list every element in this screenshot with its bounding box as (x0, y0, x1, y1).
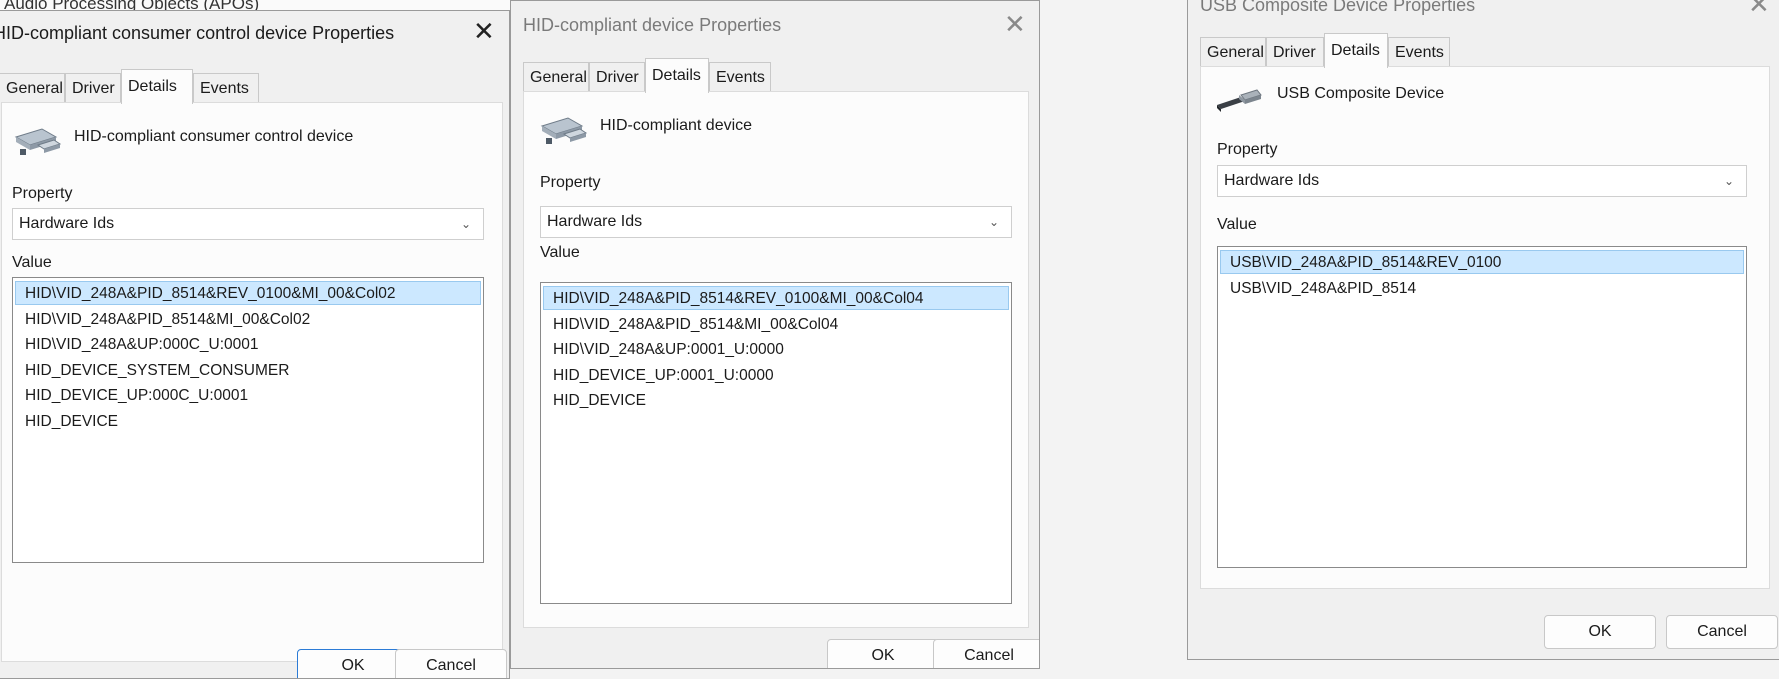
list-item[interactable]: HID_DEVICE (15, 409, 481, 433)
list-item[interactable]: USB\VID_248A&PID_8514&REV_0100 (1220, 250, 1744, 274)
tab-driver[interactable]: Driver (65, 73, 121, 103)
property-value: Hardware Ids (547, 213, 643, 230)
list-item[interactable]: HID\VID_248A&PID_8514&MI_00&Col02 (15, 307, 481, 331)
tab-driver[interactable]: Driver (589, 62, 645, 92)
value-label: Value (1217, 216, 1257, 233)
hid-device-icon (14, 128, 62, 155)
value-list[interactable]: USB\VID_248A&PID_8514&REV_0100 USB\VID_2… (1217, 246, 1747, 568)
tab-details[interactable]: Details (121, 69, 193, 104)
chevron-down-icon: ⌄ (1723, 174, 1734, 188)
title-bar[interactable]: USB Composite Device Properties ✕ (1188, 0, 1779, 31)
tab-strip: General Driver Details Events (523, 58, 823, 93)
list-item[interactable]: HID_DEVICE_SYSTEM_CONSUMER (15, 358, 481, 382)
close-icon[interactable]: ✕ (473, 19, 495, 45)
title-bar[interactable]: HID-compliant consumer control device Pr… (0, 11, 509, 57)
tab-general[interactable]: General (523, 62, 589, 92)
usb-plug-icon (1217, 89, 1262, 112)
ok-button[interactable]: OK (1544, 615, 1656, 649)
value-label: Value (12, 254, 52, 271)
tab-strip: General Driver Details Events (0, 69, 299, 104)
value-label: Value (540, 244, 580, 261)
property-label: Property (540, 174, 601, 191)
close-icon[interactable]: ✕ (1004, 12, 1026, 38)
tab-driver[interactable]: Driver (1266, 37, 1324, 67)
list-item[interactable]: HID\VID_248A&UP:000C_U:0001 (15, 332, 481, 356)
list-item[interactable]: HID_DEVICE_UP:000C_U:0001 (15, 383, 481, 407)
list-item[interactable]: HID\VID_248A&PID_8514&REV_0100&MI_00&Col… (543, 286, 1009, 310)
cancel-button[interactable]: Cancel (395, 649, 507, 678)
tab-events[interactable]: Events (193, 73, 259, 103)
value-list[interactable]: HID\VID_248A&PID_8514&REV_0100&MI_00&Col… (540, 282, 1012, 604)
property-label: Property (1217, 141, 1278, 158)
cancel-button[interactable]: Cancel (1666, 615, 1778, 649)
device-name: USB Composite Device (1277, 85, 1445, 102)
ok-button[interactable]: OK (297, 649, 409, 678)
property-dropdown[interactable]: Hardware Ids ⌄ (12, 208, 484, 240)
list-item[interactable]: HID\VID_248A&PID_8514&REV_0100&MI_00&Col… (15, 281, 481, 305)
dialog-hid-consumer-control: HID-compliant consumer control device Pr… (0, 10, 510, 679)
dialog-usb-composite: USB Composite Device Properties ✕ Genera… (1187, 0, 1779, 660)
property-label: Property (12, 185, 73, 202)
list-item[interactable]: USB\VID_248A&PID_8514 (1220, 276, 1744, 300)
dialog-title: USB Composite Device Properties (1200, 0, 1476, 15)
details-panel: HID-compliant device Property Hardware I… (523, 91, 1029, 628)
property-value: Hardware Ids (19, 215, 115, 232)
list-item[interactable]: HID_DEVICE_UP:0001_U:0000 (543, 363, 1009, 387)
ok-button[interactable]: OK (827, 639, 939, 668)
chevron-down-icon: ⌄ (460, 217, 471, 231)
list-item[interactable]: HID_DEVICE (543, 388, 1009, 412)
tab-general[interactable]: General (1200, 37, 1266, 67)
dialog-title: HID-compliant device Properties (523, 15, 782, 35)
list-item[interactable]: HID\VID_248A&PID_8514&MI_00&Col04 (543, 312, 1009, 336)
tab-strip: General Driver Details Events (1200, 33, 1500, 68)
tab-details[interactable]: Details (645, 58, 709, 93)
cancel-button[interactable]: Cancel (933, 639, 1039, 668)
value-list[interactable]: HID\VID_248A&PID_8514&REV_0100&MI_00&Col… (12, 277, 484, 563)
title-bar[interactable]: HID-compliant device Properties ✕ (511, 1, 1039, 47)
hid-device-icon (540, 117, 588, 144)
dialog-hid-device: HID-compliant device Properties ✕ Genera… (510, 0, 1040, 669)
details-panel: USB Composite Device Property Hardware I… (1200, 66, 1770, 589)
property-dropdown[interactable]: Hardware Ids ⌄ (1217, 165, 1747, 197)
chevron-down-icon: ⌄ (988, 215, 999, 229)
property-value: Hardware Ids (1224, 172, 1320, 189)
close-icon[interactable]: ✕ (1748, 0, 1770, 18)
property-dropdown[interactable]: Hardware Ids ⌄ (540, 206, 1012, 238)
device-name: HID-compliant device (600, 117, 753, 134)
tab-general[interactable]: General (0, 73, 65, 103)
details-panel: HID-compliant consumer control device Pr… (1, 102, 503, 662)
list-item[interactable]: HID\VID_248A&UP:0001_U:0000 (543, 337, 1009, 361)
tab-events[interactable]: Events (1388, 37, 1450, 67)
tab-events[interactable]: Events (709, 62, 771, 92)
dialog-title: HID-compliant consumer control device Pr… (0, 23, 395, 43)
tab-details[interactable]: Details (1324, 33, 1388, 68)
device-name: HID-compliant consumer control device (74, 128, 354, 145)
